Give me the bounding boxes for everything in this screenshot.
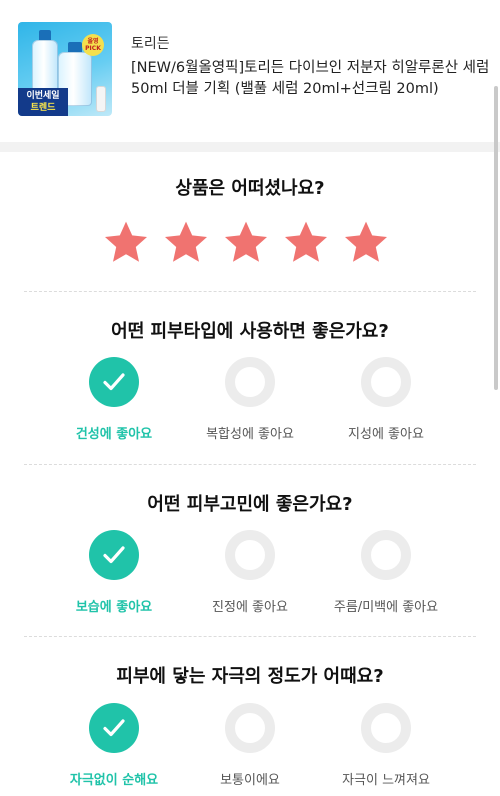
irritation-question: 피부에 닿는 자극의 정도가 어때요? xyxy=(116,666,384,687)
option-label: 지성에 좋아요 xyxy=(348,427,424,442)
dashed-divider xyxy=(24,291,476,292)
option-dry-skin[interactable]: 건성에 좋아요 xyxy=(44,357,184,442)
skin-concern-options: 보습에 좋아요 진정에 좋아요 주름/미백에 좋아요 xyxy=(0,530,500,620)
option-label: 진정에 좋아요 xyxy=(212,600,288,615)
skin-concern-question: 어떤 피부고민에 좋은가요? xyxy=(147,494,353,515)
irritation-options: 자극없이 순해요 보통이에요 자극이 느껴져요 xyxy=(0,703,500,793)
radio-unselected-icon[interactable] xyxy=(361,530,411,580)
star-rating[interactable] xyxy=(102,218,390,274)
option-label: 주름/미백에 좋아요 xyxy=(333,600,439,615)
option-irritating[interactable]: 자극이 느껴져요 xyxy=(316,703,456,788)
option-normal[interactable]: 보통이에요 xyxy=(180,703,320,788)
star-icon-4[interactable] xyxy=(282,218,330,266)
option-soothing[interactable]: 진정에 좋아요 xyxy=(180,530,320,615)
product-summary: 올영 PICK 이번세일 트렌드 토리든 [NEW/6월올영픽]토리든 다이브인… xyxy=(0,0,500,142)
dashed-divider xyxy=(24,464,476,465)
radio-unselected-icon[interactable] xyxy=(361,357,411,407)
product-name: [NEW/6월올영픽]토리든 다이브인 저분자 히알루론산 세럼 50ml 더블… xyxy=(131,60,490,97)
option-label: 건성에 좋아요 xyxy=(75,427,153,442)
skin-type-options: 건성에 좋아요 복합성에 좋아요 지성에 좋아요 xyxy=(0,357,500,447)
star-icon-3[interactable] xyxy=(222,218,270,266)
star-icon-2[interactable] xyxy=(162,218,210,266)
oliveyoung-pick-sticker: 올영 PICK xyxy=(82,34,104,56)
option-oily-skin[interactable]: 지성에 좋아요 xyxy=(316,357,456,442)
rating-question: 상품은 어떠셨나요? xyxy=(175,178,325,199)
scrollbar[interactable] xyxy=(494,86,498,390)
option-label: 보습에 좋아요 xyxy=(75,600,153,615)
option-moisture[interactable]: 보습에 좋아요 xyxy=(44,530,184,615)
star-icon-1[interactable] xyxy=(102,218,150,266)
radio-unselected-icon[interactable] xyxy=(225,530,275,580)
skin-type-question: 어떤 피부타입에 사용하면 좋은가요? xyxy=(111,321,389,342)
option-label: 자극이 느껴져요 xyxy=(342,773,430,788)
option-label: 복합성에 좋아요 xyxy=(206,427,294,442)
check-icon[interactable] xyxy=(89,357,139,407)
star-icon-5[interactable] xyxy=(342,218,390,266)
option-wrinkle-whitening[interactable]: 주름/미백에 좋아요 xyxy=(316,530,456,615)
option-label: 보통이에요 xyxy=(220,773,280,788)
thumbnail-badge: 이번세일 트렌드 xyxy=(18,88,68,116)
option-combination-skin[interactable]: 복합성에 좋아요 xyxy=(180,357,320,442)
option-gentle[interactable]: 자극없이 순해요 xyxy=(44,703,184,788)
option-label: 자극없이 순해요 xyxy=(69,773,159,788)
radio-unselected-icon[interactable] xyxy=(225,357,275,407)
dashed-divider xyxy=(24,636,476,637)
radio-unselected-icon[interactable] xyxy=(225,703,275,753)
section-divider xyxy=(0,142,500,152)
product-brand: 토리든 xyxy=(131,36,170,52)
radio-unselected-icon[interactable] xyxy=(361,703,411,753)
check-icon[interactable] xyxy=(89,530,139,580)
product-thumbnail: 올영 PICK 이번세일 트렌드 xyxy=(18,22,112,116)
check-icon[interactable] xyxy=(89,703,139,753)
